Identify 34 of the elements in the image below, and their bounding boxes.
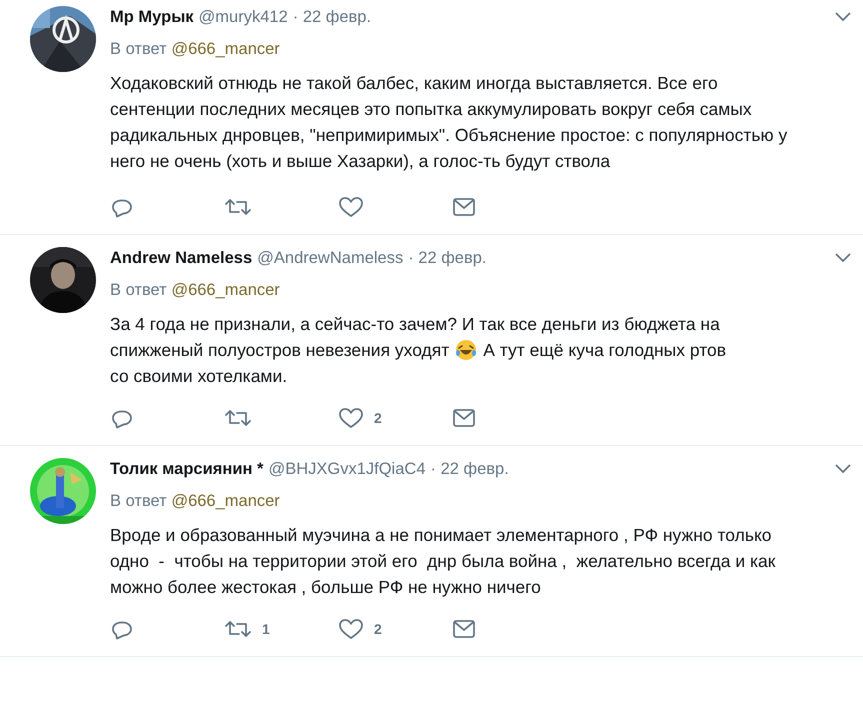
caret-icon[interactable]	[835, 464, 851, 474]
message-icon[interactable]	[452, 408, 476, 428]
reply-label: В ответ	[110, 281, 167, 299]
like-icon[interactable]	[338, 406, 364, 430]
tweet-date[interactable]: · 22 февр.	[292, 4, 372, 30]
mention-link[interactable]: @666_mancer	[171, 40, 280, 58]
like-icon[interactable]	[338, 195, 364, 219]
user-handle[interactable]: @AndrewNameless	[257, 245, 404, 271]
tweet-text: Ходаковский отнюдь не такой балбес, каким иногда выставляется. Все его сентенции последних месяцев это попытка аккумулировать вокруг себя самых радикальных днровцев, "непримиримых". Объяснение простое: с популярностью у него не очень (хоть и выше Хазарки), а голос-ть будут ствола	[110, 72, 788, 173]
tweet-text: Вроде и образованный муэчина а не понимает элементарного , РФ нужно только одно - чтобы на территории этой его днр была война , желательно всегда и как можно более жестокая , больше РФ не нужно ничего	[110, 524, 776, 599]
tweet-text: спижженый полуостров невезения уходят	[110, 339, 450, 362]
user-handle[interactable]: @BHJXGvx1JfQiaC4	[268, 456, 426, 482]
caret-icon[interactable]	[835, 12, 851, 22]
mention-link[interactable]: @666_mancer	[171, 492, 280, 510]
tweet-date[interactable]: · 22 февр.	[430, 456, 509, 482]
user-handle[interactable]: @muryk412	[198, 4, 288, 30]
like-count: 2	[374, 408, 382, 428]
caret-icon[interactable]	[835, 253, 851, 263]
message-icon[interactable]	[452, 619, 476, 639]
tweet-text: А тут ещё куча голодных ртов	[483, 339, 726, 362]
retweet-count: 1	[262, 620, 270, 638]
user-name[interactable]: Толик марсиянин *	[110, 456, 264, 482]
tweet-text: со своими хотелками.	[110, 365, 288, 388]
user-name[interactable]: Andrew Nameless	[110, 245, 252, 271]
reply-label: В ответ	[110, 492, 167, 510]
tweet-date[interactable]: · 22 февр.	[408, 245, 487, 271]
like-count: 2	[374, 620, 382, 638]
laughing-emoji-icon	[455, 339, 478, 361]
message-icon[interactable]	[452, 197, 476, 217]
user-name[interactable]: Мр Мурык	[110, 4, 194, 30]
reply-label: В ответ	[110, 40, 167, 58]
tweet-text: За 4 года не признали, а сейчас-то зачем? И так все деньги из бюджета на	[110, 313, 721, 336]
mention-link[interactable]: @666_mancer	[171, 281, 280, 299]
like-icon[interactable]	[338, 617, 364, 641]
